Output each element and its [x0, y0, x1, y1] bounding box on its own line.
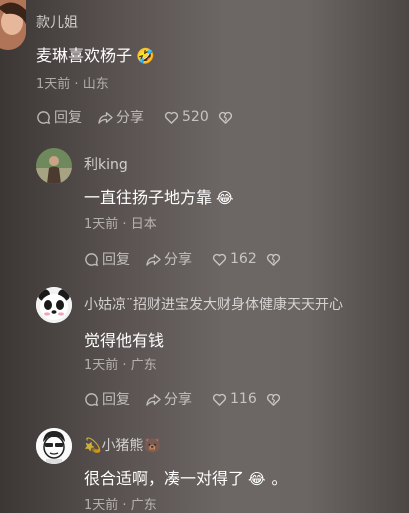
bear-emoji-icon: 🐻	[143, 438, 161, 454]
comment-text: 很合适啊，凑一对得了 😂 。	[84, 465, 288, 489]
comment-meta: 1天前 · 广东	[84, 494, 157, 513]
share-button[interactable]: 分享	[98, 107, 164, 127]
reply-bubble-icon	[85, 392, 99, 406]
reply-bubble-icon	[85, 252, 99, 266]
tears-of-joy-emoji-icon: 😂	[248, 470, 266, 488]
share-button[interactable]: 分享	[146, 249, 212, 269]
comment-location: 广东	[130, 498, 157, 513]
comment-text-content: 很合适啊，凑一对得了	[84, 469, 245, 488]
comment-username-text: 小猪熊	[101, 438, 144, 454]
meta-separator: ·	[70, 77, 83, 92]
comment-actions: 回复 分享 520	[36, 107, 236, 127]
comment-time: 1天前	[84, 498, 119, 513]
reply-bubble-icon	[37, 110, 51, 124]
comment-location: 日本	[130, 217, 157, 232]
comment-text: 一直往扬子地方靠 😂	[84, 184, 234, 208]
share-arrow-icon	[146, 253, 161, 266]
dislike-button[interactable]	[266, 252, 284, 267]
comment-text-content: 麦琳喜欢杨子	[36, 46, 133, 65]
comment-meta: 1天前 · 山东	[36, 73, 109, 92]
dislike-button[interactable]	[266, 392, 284, 407]
like-button[interactable]: 116	[212, 391, 266, 407]
heart-icon	[164, 111, 179, 124]
share-arrow-icon	[146, 393, 161, 406]
like-count: 520	[182, 109, 209, 125]
comment-username[interactable]: 款儿姐	[36, 12, 78, 32]
heart-icon	[212, 393, 227, 406]
comment-meta: 1天前 · 日本	[84, 213, 157, 232]
comment-time: 1天前	[36, 77, 71, 92]
reply-button[interactable]: 回复	[84, 249, 146, 269]
comment-location: 山东	[82, 77, 109, 92]
reply-label: 回复	[54, 110, 82, 126]
broken-heart-icon	[218, 111, 233, 124]
avatar[interactable]	[36, 287, 72, 323]
comment-text-content: 觉得他有钱	[84, 331, 165, 350]
avatar[interactable]	[0, 0, 26, 50]
like-count: 162	[230, 251, 257, 267]
dislike-button[interactable]	[218, 110, 236, 125]
comment-text-content: 一直往扬子地方靠	[84, 188, 213, 207]
laughing-emoji-icon: 🤣	[136, 47, 155, 65]
comment-text-suffix: 。	[271, 469, 288, 488]
broken-heart-icon	[266, 253, 281, 266]
comment-actions: 回复 分享 116	[84, 389, 284, 409]
dizzy-emoji-icon: 💫	[84, 438, 102, 454]
reply-label: 回复	[102, 252, 130, 268]
comment-actions: 回复 分享 162	[84, 249, 284, 269]
share-label: 分享	[164, 252, 192, 268]
avatar-image-icon	[36, 148, 72, 184]
reply-button[interactable]: 回复	[36, 107, 98, 127]
meta-separator: ·	[118, 217, 131, 232]
like-count: 116	[230, 391, 257, 407]
comment-meta: 1天前 · 广东	[84, 354, 157, 373]
comment-username[interactable]: 利king	[84, 154, 128, 174]
heart-icon	[212, 253, 227, 266]
share-arrow-icon	[98, 111, 113, 124]
comment-text: 麦琳喜欢杨子 🤣	[36, 42, 155, 66]
meta-separator: ·	[118, 498, 131, 513]
share-label: 分享	[116, 110, 144, 126]
like-button[interactable]: 162	[212, 251, 266, 267]
avatar-image-icon	[0, 0, 26, 50]
share-button[interactable]: 分享	[146, 389, 212, 409]
cartoon-avatar-icon	[36, 428, 72, 464]
reply-label: 回复	[102, 392, 130, 408]
comment-text: 觉得他有钱	[84, 327, 164, 351]
like-button[interactable]: 520	[164, 109, 218, 125]
tears-of-joy-emoji-icon: 😂	[216, 189, 234, 207]
comment-time: 1天前	[84, 217, 119, 232]
share-label: 分享	[164, 392, 192, 408]
panda-avatar-icon	[36, 287, 72, 323]
comment-time: 1天前	[84, 358, 119, 373]
comment-location: 广东	[130, 358, 157, 373]
avatar[interactable]	[36, 148, 72, 184]
avatar[interactable]	[36, 428, 72, 464]
reply-button[interactable]: 回复	[84, 389, 146, 409]
comment-username[interactable]: 💫小猪熊🐻	[84, 435, 161, 455]
comment-username[interactable]: 小姑凉¨招财进宝发大财身体健康天天开心	[84, 294, 343, 314]
broken-heart-icon	[266, 393, 281, 406]
meta-separator: ·	[118, 358, 131, 373]
